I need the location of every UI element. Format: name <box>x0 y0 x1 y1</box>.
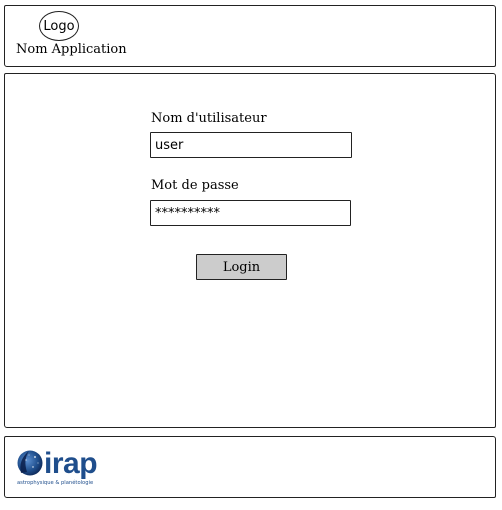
header-panel: Logo Nom Application <box>4 5 496 67</box>
irap-tagline: astrophysique & planétologie <box>17 479 93 486</box>
irap-logo: irap astrophysique & planétologie <box>17 447 98 486</box>
login-button[interactable]: Login <box>196 254 287 280</box>
footer-panel: irap astrophysique & planétologie <box>4 436 496 498</box>
login-panel: Nom d'utilisateur Mot de passe Login <box>4 73 496 428</box>
password-input[interactable] <box>150 200 351 226</box>
app-name: Nom Application <box>16 42 127 57</box>
irap-wordmark: irap <box>44 447 97 480</box>
username-label: Nom d'utilisateur <box>151 111 267 126</box>
password-label: Mot de passe <box>151 178 239 193</box>
app-logo-placeholder: Logo <box>39 11 79 41</box>
username-input[interactable] <box>150 132 352 158</box>
planet-icon <box>17 450 43 476</box>
